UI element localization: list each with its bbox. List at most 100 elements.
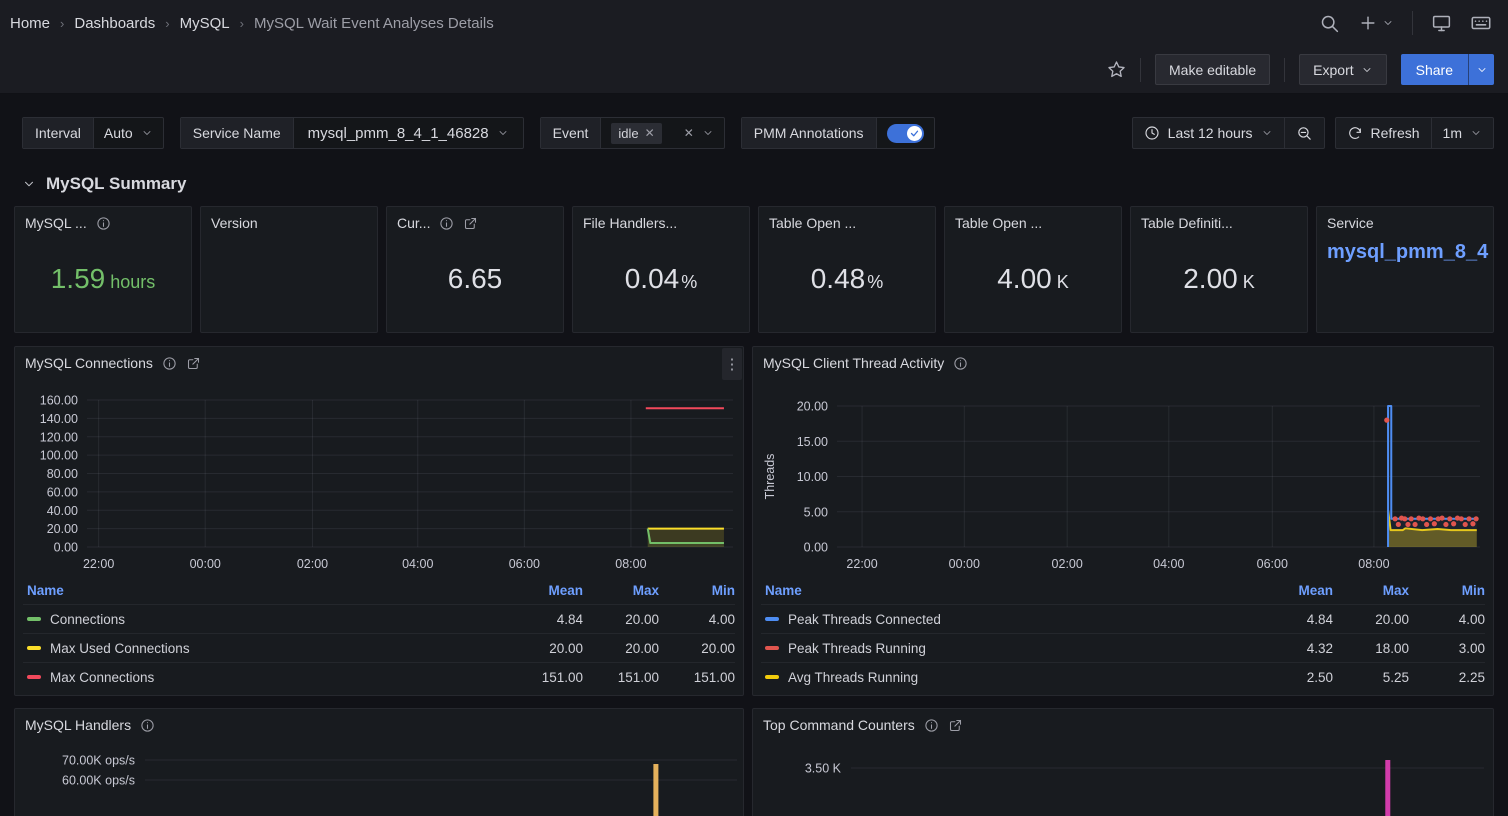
info-icon[interactable] <box>140 718 155 733</box>
section-title: MySQL Summary <box>46 174 186 194</box>
zoom-out-button[interactable] <box>1285 118 1324 148</box>
refresh-group: Refresh 1m <box>1335 117 1494 149</box>
kiosk-mode-icon[interactable] <box>1431 13 1452 34</box>
pmm-annotations-control: PMM Annotations <box>741 117 935 149</box>
legend-col-max[interactable]: Max <box>1333 583 1409 598</box>
x-axis-tick-label: 00:00 <box>190 557 221 571</box>
data-point <box>1420 516 1425 521</box>
chart-area: 70.00K ops/s60.00K ops/s <box>15 737 743 816</box>
legend-value: 4.84 <box>507 612 583 627</box>
stat-title[interactable]: Table Definiti... <box>1141 215 1233 231</box>
panel-title[interactable]: MySQL Connections <box>25 355 153 371</box>
y-axis-tick-label: 20.00 <box>797 400 828 414</box>
handlers-chart[interactable]: 70.00K ops/s60.00K ops/s <box>23 737 737 816</box>
legend-col-mean[interactable]: Mean <box>1257 583 1333 598</box>
export-button[interactable]: Export <box>1299 54 1386 85</box>
legend-series-name: Connections <box>50 612 125 627</box>
data-point <box>1424 522 1429 527</box>
legend-series-toggle[interactable]: Connections <box>23 612 507 627</box>
legend-value: 20.00 <box>507 641 583 656</box>
stat-title[interactable]: Cur... <box>397 215 430 231</box>
legend-series-toggle[interactable]: Peak Threads Connected <box>761 612 1257 627</box>
legend-value: 20.00 <box>1333 612 1409 627</box>
service-name-select[interactable]: mysql_pmm_8_4_1_46828 <box>294 118 523 148</box>
interval-select[interactable]: Auto <box>94 118 163 148</box>
stat-title[interactable]: Table Open ... <box>955 215 1042 231</box>
legend-series-toggle[interactable]: Max Used Connections <box>23 641 507 656</box>
service-link[interactable]: mysql_pmm_8_4 <box>1327 241 1493 264</box>
command-counters-chart[interactable]: 3.50 K <box>761 737 1484 816</box>
event-label: Event <box>541 118 602 148</box>
data-point <box>1409 516 1414 521</box>
legend-series-toggle[interactable]: Max Connections <box>23 670 507 685</box>
info-icon[interactable] <box>96 216 111 231</box>
keyboard-shortcuts-icon[interactable] <box>1470 12 1492 34</box>
remove-chip-icon[interactable]: ✕ <box>645 126 655 140</box>
legend-col-max[interactable]: Max <box>583 583 659 598</box>
add-new-button[interactable] <box>1358 13 1394 33</box>
panel-title[interactable]: MySQL Handlers <box>25 717 131 733</box>
legend-series-name: Peak Threads Connected <box>788 612 941 627</box>
refresh-interval-select[interactable]: 1m <box>1432 118 1493 148</box>
pmm-annotations-toggle[interactable] <box>887 124 924 143</box>
check-icon <box>910 129 919 138</box>
data-point <box>1447 516 1452 521</box>
section-mysql-summary[interactable]: MySQL Summary <box>0 152 1508 206</box>
y-axis-tick-label: 10.00 <box>797 470 828 484</box>
legend-value: 2.50 <box>1257 670 1333 685</box>
breadcrumb-current-page: MySQL Wait Event Analyses Details <box>254 15 494 32</box>
info-icon[interactable] <box>924 718 939 733</box>
time-range-picker[interactable]: Last 12 hours <box>1133 118 1284 148</box>
info-icon[interactable] <box>439 216 454 231</box>
legend-col-name[interactable]: Name <box>23 583 507 598</box>
event-chip-idle[interactable]: idle ✕ <box>611 123 661 144</box>
legend-value: 20.00 <box>659 641 735 656</box>
legend-col-mean[interactable]: Mean <box>507 583 583 598</box>
connections-chart[interactable]: 0.0020.0040.0060.0080.00100.00120.00140.… <box>23 375 737 577</box>
legend-series-toggle[interactable]: Peak Threads Running <box>761 641 1257 656</box>
legend-value: 3.00 <box>1409 641 1485 656</box>
legend-series-toggle[interactable]: Avg Threads Running <box>761 670 1257 685</box>
legend-col-min[interactable]: Min <box>659 583 735 598</box>
refresh-button[interactable]: Refresh <box>1336 118 1431 148</box>
chart-area: 0.005.0010.0015.0020.0022:0000:0002:0004… <box>753 375 1493 577</box>
legend-value: 18.00 <box>1333 641 1409 656</box>
stat-title[interactable]: Table Open ... <box>769 215 856 231</box>
legend-col-name[interactable]: Name <box>761 583 1257 598</box>
event-select[interactable]: idle ✕ ✕ <box>601 118 723 148</box>
legend-col-min[interactable]: Min <box>1409 583 1485 598</box>
bottom-row: MySQL Handlers 70.00K ops/s60.00K ops/s … <box>0 708 1508 816</box>
info-icon[interactable] <box>162 356 177 371</box>
legend-series-name: Max Used Connections <box>50 641 190 656</box>
external-link-icon[interactable] <box>463 216 478 231</box>
clear-all-icon[interactable]: ✕ <box>684 126 694 140</box>
external-link-icon[interactable] <box>948 718 963 733</box>
share-button[interactable]: Share <box>1401 54 1468 85</box>
stat-title[interactable]: Version <box>211 215 258 231</box>
panel-menu-icon[interactable]: ⋮ <box>722 348 742 380</box>
legend-value: 20.00 <box>583 612 659 627</box>
info-icon[interactable] <box>953 356 968 371</box>
y-axis-tick-label: 160.00 <box>40 394 78 408</box>
breadcrumb-dashboards[interactable]: Dashboards <box>74 15 155 32</box>
thread-activity-chart[interactable]: 0.005.0010.0015.0020.0022:0000:0002:0004… <box>761 375 1484 577</box>
stat-title[interactable]: File Handlers... <box>583 215 677 231</box>
make-editable-button[interactable]: Make editable <box>1155 54 1270 85</box>
interval-value: Auto <box>104 125 133 141</box>
panel-title[interactable]: MySQL Client Thread Activity <box>763 355 944 371</box>
breadcrumb-mysql[interactable]: MySQL <box>180 15 230 32</box>
stat-title[interactable]: Service <box>1327 215 1374 231</box>
charts-row: MySQL Connections ⋮ 0.0020.0040.0060.008… <box>0 346 1508 696</box>
favorite-star-icon[interactable] <box>1107 60 1126 79</box>
panel-top-command-counters: Top Command Counters 3.50 K <box>752 708 1494 816</box>
search-icon[interactable] <box>1319 13 1340 34</box>
share-menu-button[interactable] <box>1468 54 1494 85</box>
breadcrumb-separator: › <box>240 16 244 31</box>
nav-actions <box>1319 11 1492 35</box>
stat-title[interactable]: MySQL ... <box>25 215 87 231</box>
external-link-icon[interactable] <box>186 356 201 371</box>
breadcrumb-home[interactable]: Home <box>10 15 50 32</box>
legend-value: 151.00 <box>507 670 583 685</box>
event-chip-label: idle <box>618 126 638 141</box>
panel-title[interactable]: Top Command Counters <box>763 717 915 733</box>
